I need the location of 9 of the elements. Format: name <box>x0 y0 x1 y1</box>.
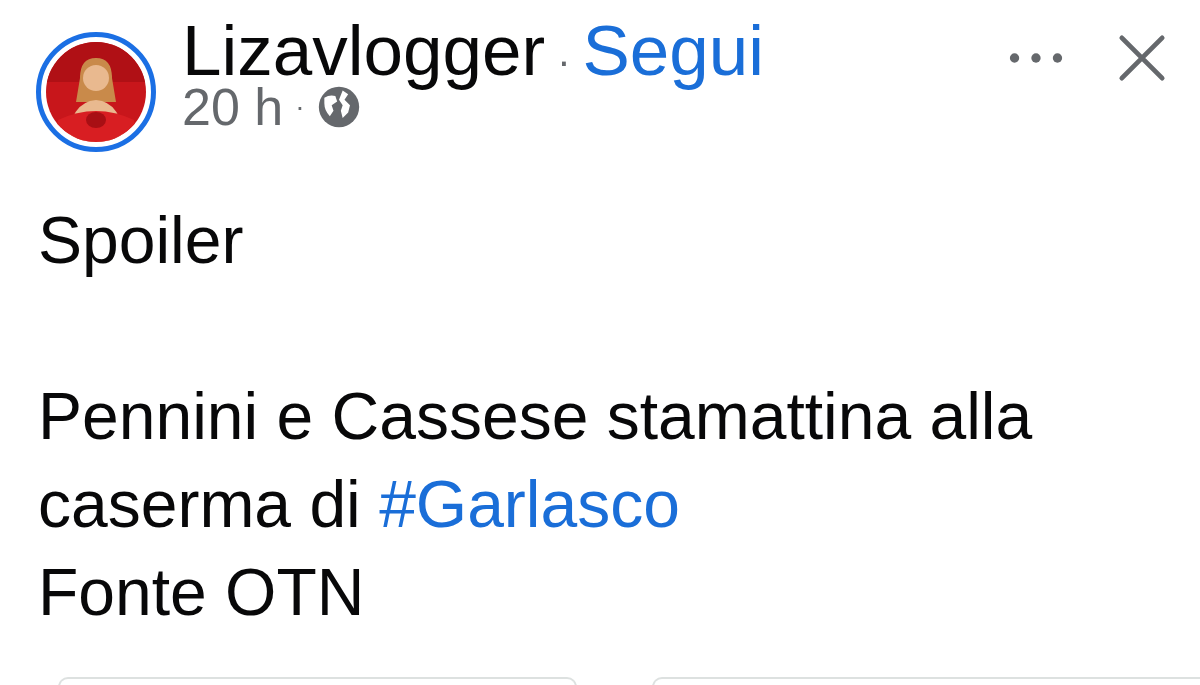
separator-dot: · <box>557 39 571 84</box>
post-text: Spoiler <box>38 202 245 279</box>
post-text: Pennini e Cassese stamattina alla caserma di #Garlasco Fonte OTN <box>38 378 1034 631</box>
follow-link[interactable]: Segui <box>582 10 765 91</box>
close-icon[interactable] <box>1118 34 1166 82</box>
hashtag-link[interactable]: #Garlasco <box>379 467 680 541</box>
separator-dot: · <box>295 91 305 123</box>
more-options-icon[interactable] <box>1008 51 1064 65</box>
avatar[interactable] <box>36 32 156 152</box>
